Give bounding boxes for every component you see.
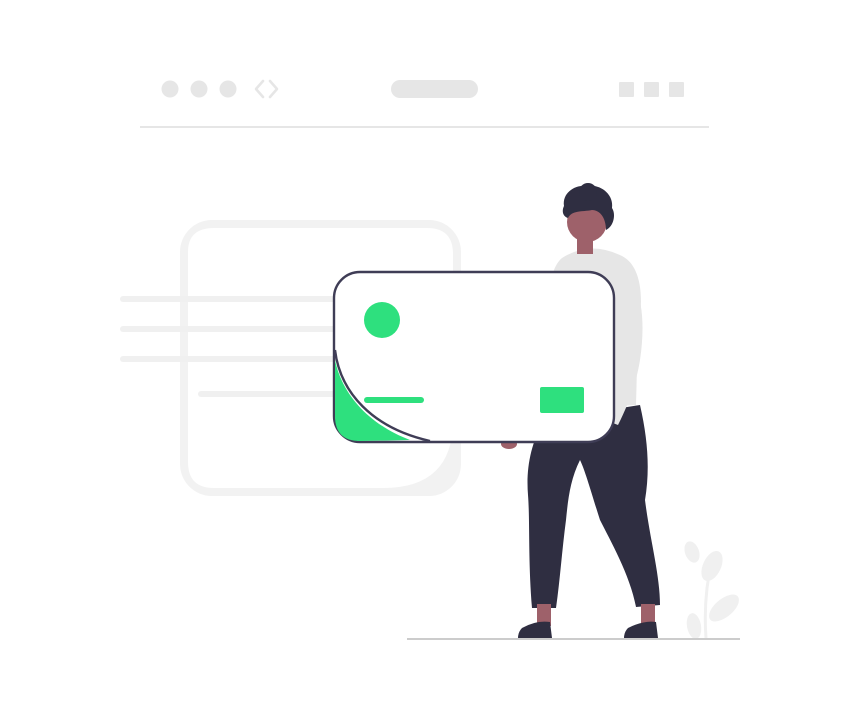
background-line [120,356,360,362]
plant-icon [684,541,739,639]
ground-line [407,638,740,640]
background-line [120,296,360,302]
shoe-icon [624,621,658,638]
browser-bar [140,79,709,128]
window-square-icon [669,82,684,97]
window-dot-icon [190,80,208,98]
shoe-icon [518,621,552,638]
window-square-icon [619,82,634,97]
background-line [120,326,360,332]
payment-illustration [120,79,740,640]
card-button-block [540,387,584,413]
browser-divider [140,126,709,128]
person-hair-bun [579,183,597,201]
chevron-right-icon [268,79,279,99]
window-dot-icon [161,80,179,98]
illustration-stage [0,0,860,722]
address-bar-pill [391,80,478,98]
window-dot-icon [219,80,237,98]
card-chip-circle [364,302,400,338]
card-label-bar [364,397,424,403]
chevron-left-icon [254,79,265,99]
window-square-icon [644,82,659,97]
credit-card [332,270,616,444]
